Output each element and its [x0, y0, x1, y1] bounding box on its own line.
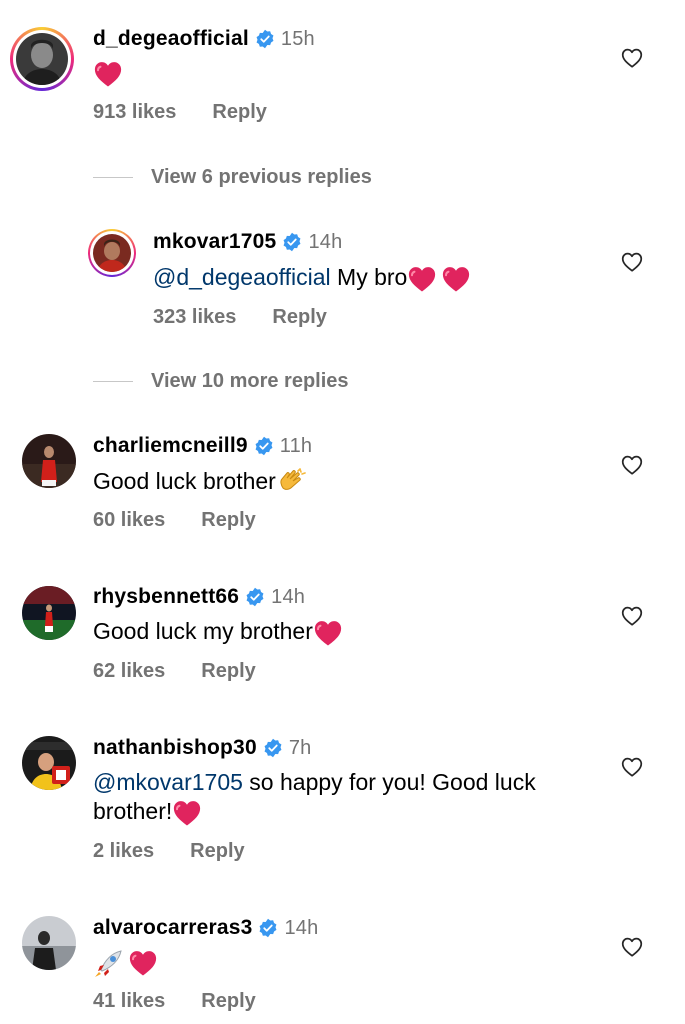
comment-meta: 41 likes Reply [93, 990, 256, 1013]
view-previous-replies-label: View 6 previous replies [151, 166, 372, 188]
verified-badge-icon [245, 587, 265, 607]
reply-button[interactable]: Reply [272, 306, 326, 328]
like-heart-icon[interactable] [621, 757, 643, 777]
red-heart-emoji-icon [441, 265, 471, 293]
comment-text [93, 57, 123, 88]
comment-text: Good luck brother [93, 466, 308, 498]
timestamp: 14h [308, 230, 343, 253]
timestamp: 14h [284, 916, 319, 939]
timestamp: 7h [288, 736, 312, 759]
timestamp: 14h [271, 585, 306, 608]
comment-text: Good luck my brother [93, 616, 343, 647]
avatar[interactable] [22, 736, 76, 790]
view-more-replies-label: View 10 more replies [151, 370, 349, 392]
likes-count[interactable]: 60 likes [93, 509, 165, 531]
red-heart-emoji-icon [128, 949, 158, 977]
red-heart-emoji-icon [407, 265, 437, 293]
timestamp: 15h [280, 27, 315, 50]
likes-count[interactable]: 41 likes [93, 990, 165, 1012]
comment-meta: 323 likes Reply [153, 306, 327, 329]
verified-badge-icon [282, 232, 302, 252]
verified-badge-icon [254, 436, 274, 456]
comment-body-continued: brother! [93, 798, 173, 824]
rocket-emoji-icon [95, 950, 122, 977]
view-more-replies-button[interactable]: View 10 more replies [93, 370, 349, 393]
like-heart-icon[interactable] [621, 606, 643, 626]
username[interactable]: charliemcneill9 [93, 434, 248, 458]
mention-link[interactable]: @d_degeaofficial [153, 264, 331, 290]
thread-divider [93, 381, 133, 382]
avatar[interactable] [22, 434, 76, 488]
avatar [16, 33, 68, 85]
comment-meta: 60 likes Reply [93, 509, 256, 532]
likes-count[interactable]: 913 likes [93, 101, 176, 123]
username[interactable]: rhysbennett66 [93, 585, 239, 609]
comment-header: rhysbennett66 14h [93, 585, 305, 609]
red-heart-emoji-icon [313, 619, 343, 647]
username[interactable]: alvarocarreras3 [93, 916, 252, 940]
like-heart-icon[interactable] [621, 937, 643, 957]
story-ring[interactable] [88, 229, 136, 277]
reply-button[interactable]: Reply [190, 840, 244, 862]
timestamp: 11h [279, 434, 313, 457]
like-heart-icon[interactable] [621, 48, 643, 68]
avatar [93, 234, 131, 272]
comment-text: @mkovar1705 so happy for you! Good luck [93, 767, 536, 797]
verified-badge-icon [255, 29, 275, 49]
comment-header: charliemcneill9 11h [93, 434, 312, 458]
verified-badge-icon [263, 738, 283, 758]
comment-body: Good luck brother [93, 468, 276, 494]
avatar[interactable] [22, 916, 76, 970]
comment-meta: 913 likes Reply [93, 101, 267, 124]
mention-link[interactable]: @mkovar1705 [93, 769, 243, 795]
comment-body: Good luck my brother [93, 618, 313, 644]
red-heart-emoji-icon [172, 799, 202, 827]
comment-text-line-2: brother! [93, 796, 202, 827]
like-heart-icon[interactable] [621, 455, 643, 475]
likes-count[interactable]: 323 likes [153, 306, 236, 328]
like-heart-icon[interactable] [621, 252, 643, 272]
red-heart-emoji-icon [93, 60, 123, 88]
likes-count[interactable]: 2 likes [93, 840, 154, 862]
comment-meta: 62 likes Reply [93, 660, 256, 683]
username[interactable]: mkovar1705 [153, 230, 276, 254]
likes-count[interactable]: 62 likes [93, 660, 165, 682]
comment-header: d_degeaofficial 15h [93, 27, 315, 51]
comment-body: My bro [330, 264, 408, 290]
username[interactable]: nathanbishop30 [93, 736, 257, 760]
verified-badge-icon [258, 918, 278, 938]
comment-text [93, 946, 158, 978]
reply-button[interactable]: Reply [201, 990, 255, 1012]
comment-header: nathanbishop30 7h [93, 736, 311, 760]
reply-button[interactable]: Reply [201, 660, 255, 682]
clapping-hands-emoji-icon [280, 468, 306, 490]
story-ring[interactable] [10, 27, 74, 91]
view-previous-replies-button[interactable]: View 6 previous replies [93, 166, 372, 189]
username[interactable]: d_degeaofficial [93, 27, 249, 51]
comment-text: @d_degeaofficial My bro [153, 262, 471, 293]
reply-button[interactable]: Reply [201, 509, 255, 531]
reply-button[interactable]: Reply [212, 101, 266, 123]
comment-header: alvarocarreras3 14h [93, 916, 318, 940]
comment-body: so happy for you! Good luck [242, 769, 536, 795]
thread-divider [93, 177, 133, 178]
comment-header: mkovar1705 14h [153, 230, 342, 254]
comment-meta: 2 likes Reply [93, 840, 245, 863]
avatar[interactable] [22, 586, 76, 640]
